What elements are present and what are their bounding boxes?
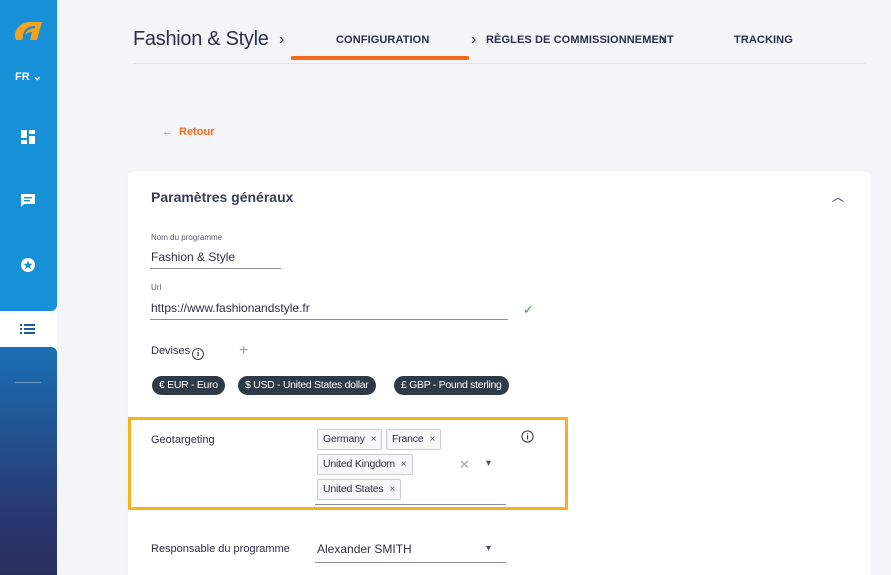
chevron-right-icon: › — [279, 31, 285, 48]
chevron-down-icon[interactable]: ▾ — [486, 458, 491, 469]
devises-label: Devises i — [151, 345, 205, 360]
tab-configuration[interactable]: CONFIGURATION — [336, 34, 429, 46]
program-manager-label: Responsable du programme — [151, 543, 290, 555]
program-manager-underline — [315, 562, 506, 563]
star-badge-icon[interactable] — [19, 256, 37, 274]
card-title: Paramètres généraux — [151, 189, 294, 205]
geo-tag-united-kingdom[interactable]: United Kingdom × — [317, 454, 413, 475]
geotargeting-label: Geotargeting — [151, 434, 215, 446]
back-label: Retour — [179, 126, 215, 138]
sidebar-item-programs-active[interactable] — [0, 311, 57, 347]
arrow-left-icon: ← — [162, 126, 173, 138]
url-field[interactable]: https://www.fashionandstyle.fr — [151, 301, 310, 315]
language-label: FR — [15, 71, 30, 83]
brand-logo-icon[interactable] — [10, 18, 44, 44]
url-label: Url — [151, 283, 162, 292]
check-icon: ✓ — [523, 302, 534, 317]
add-currency-plus-icon[interactable]: + — [239, 342, 248, 360]
chevron-up-icon[interactable]: ︿ — [832, 188, 844, 205]
info-icon[interactable]: i — [192, 348, 205, 360]
chevron-down-icon: ⌄ — [32, 71, 42, 83]
program-name-field[interactable]: Fashion & Style — [151, 250, 235, 264]
tab-commission-rules[interactable]: RÈGLES DE COMMISSIONNEMENT — [486, 34, 674, 46]
currency-chip-eur[interactable]: € EUR - Euro — [152, 376, 225, 395]
geo-tag-germany[interactable]: Germany × — [317, 429, 383, 450]
app-root: FR ⌄ Fashion & Style › CONFIGURATION › R… — [0, 0, 891, 575]
geo-tag-label: United States — [323, 483, 384, 495]
language-selector[interactable]: FR ⌄ — [0, 70, 57, 83]
url-underline — [150, 319, 508, 320]
clear-selection-icon[interactable]: ✕ — [459, 457, 470, 473]
chevron-right-icon: › — [661, 31, 667, 48]
sidebar-divider — [15, 382, 41, 383]
geo-tag-france[interactable]: France × — [386, 429, 442, 450]
program-name-underline — [150, 268, 281, 269]
currency-chip-gbp[interactable]: £ GBP - Pound sterling — [394, 376, 509, 395]
close-icon[interactable]: × — [429, 434, 435, 445]
geo-tag-label: Germany — [323, 433, 365, 445]
list-icon — [20, 324, 35, 334]
info-icon[interactable] — [521, 430, 534, 443]
tab-tracking[interactable]: TRACKING — [734, 34, 793, 46]
page-header: Fashion & Style › CONFIGURATION › RÈGLES… — [133, 0, 865, 64]
chevron-down-icon[interactable]: ▾ — [486, 543, 491, 554]
program-manager-select[interactable]: Alexander SMITH — [317, 542, 412, 556]
geo-tag-label: France — [392, 433, 424, 445]
chat-icon[interactable] — [19, 192, 37, 210]
close-icon[interactable]: × — [371, 434, 377, 445]
active-tab-indicator — [291, 56, 469, 60]
chevron-right-icon: › — [471, 31, 477, 48]
sidebar: FR ⌄ — [0, 0, 57, 575]
close-icon[interactable]: × — [389, 484, 395, 495]
devises-label-text: Devises — [151, 345, 191, 357]
page-title: Fashion & Style — [133, 28, 269, 50]
geo-tag-united-states[interactable]: United States × — [317, 479, 402, 500]
program-name-label: Nom du programme — [151, 233, 223, 242]
dashboard-icon[interactable] — [19, 128, 37, 146]
general-settings-card: Paramètres généraux ︿ Nom du programme F… — [128, 171, 871, 575]
geo-tag-label: United Kingdom — [323, 458, 395, 470]
geotargeting-underline — [315, 504, 506, 505]
currency-chip-usd[interactable]: $ USD - United States dollar — [238, 376, 376, 395]
close-icon[interactable]: × — [401, 459, 407, 470]
back-link[interactable]: ← Retour — [162, 126, 214, 138]
